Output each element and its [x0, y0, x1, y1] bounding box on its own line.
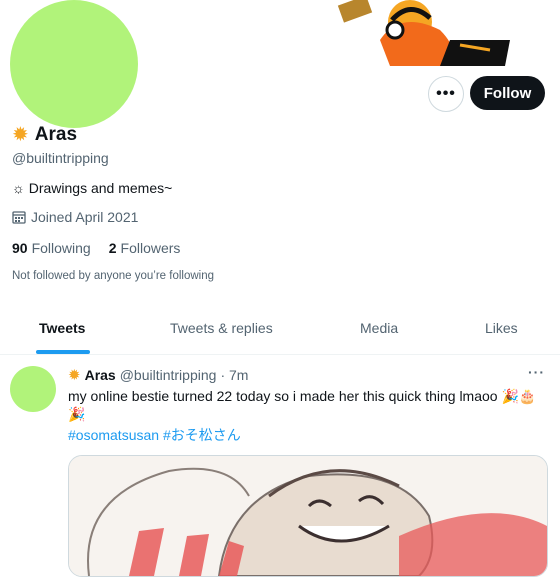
tab-tweets[interactable]: Tweets	[39, 320, 85, 336]
tab-likes[interactable]: Likes	[485, 320, 518, 336]
tweet-time[interactable]: · 7m	[220, 367, 248, 383]
followers-label: Followers	[120, 240, 181, 256]
joined-date: Joined April 2021	[12, 209, 138, 225]
sun-icon: ✹	[68, 367, 81, 384]
tweet-more-icon[interactable]: ···	[528, 364, 545, 380]
following-link[interactable]: 90 Following	[12, 240, 91, 256]
tweet-text: my online bestie turned 22 today so i ma…	[68, 387, 548, 423]
joined-text: Joined April 2021	[31, 209, 139, 225]
tweet-author-handle[interactable]: @builtintripping	[120, 367, 217, 383]
tweet-author-name[interactable]: Aras	[85, 367, 116, 383]
calendar-icon	[12, 211, 26, 224]
more-icon: •••	[436, 85, 456, 102]
profile-bio: ☼ Drawings and memes~	[12, 180, 173, 196]
profile-handle: @builtintripping	[12, 150, 109, 166]
more-options-button[interactable]: •••	[428, 76, 464, 112]
follow-button[interactable]: Follow	[470, 76, 545, 110]
profile-display-name: Aras	[34, 124, 78, 145]
tweet-hashtags[interactable]: #osomatsusan #おそ松さん	[68, 425, 241, 445]
tweet-body: my online bestie turned 22 today so i ma…	[68, 388, 498, 404]
tweet-header: ✹ Aras @builtintripping · 7m	[68, 366, 248, 384]
tweet-avatar[interactable]	[10, 366, 56, 412]
following-label: Following	[31, 240, 91, 256]
tab-media[interactable]: Media	[360, 320, 398, 336]
followers-count: 2	[108, 240, 117, 256]
follow-stats: 90 Following 2 Followers	[12, 240, 180, 256]
profile-name-row: ✹ Aras	[12, 124, 77, 146]
tweet-illustration	[69, 456, 547, 576]
active-tab-indicator	[36, 350, 90, 354]
following-count: 90	[12, 240, 28, 256]
tab-tweets-replies[interactable]: Tweets & replies	[170, 320, 273, 336]
profile-avatar[interactable]	[10, 0, 138, 128]
sun-icon: ✹	[12, 124, 29, 146]
tweet-media-image[interactable]	[68, 455, 548, 577]
profile-tabs: Tweets Tweets & replies Media Likes	[0, 310, 560, 355]
not-followed-note: Not followed by anyone you’re following	[12, 270, 215, 282]
banner-image	[337, 0, 510, 66]
followers-link[interactable]: 2 Followers	[109, 240, 181, 256]
